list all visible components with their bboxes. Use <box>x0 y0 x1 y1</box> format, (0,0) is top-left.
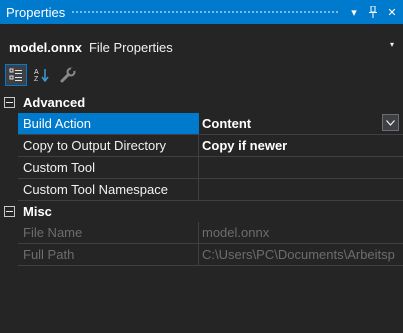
property-value[interactable] <box>199 157 403 178</box>
property-row-file-name[interactable]: File Name model.onnx <box>18 222 403 244</box>
window-position-dropdown-icon[interactable]: ▾ <box>346 2 362 22</box>
collapse-icon[interactable] <box>0 97 18 108</box>
dropdown-button[interactable] <box>382 114 399 131</box>
property-value[interactable] <box>199 179 403 200</box>
property-row-copy-to-output[interactable]: Copy to Output Directory Copy if newer <box>18 135 403 157</box>
property-row-build-action[interactable]: Build Action Content <box>18 113 403 135</box>
property-pages-button[interactable] <box>57 64 79 86</box>
drag-grip[interactable] <box>71 9 340 15</box>
object-name: model.onnx <box>9 39 82 55</box>
property-name: Build Action <box>18 113 199 134</box>
alphabetical-icon: A Z <box>34 69 49 82</box>
categorized-icon <box>9 68 22 81</box>
chevron-down-icon <box>386 119 395 126</box>
wrench-icon <box>60 67 76 83</box>
window-titlebar[interactable]: Properties ▾ ✕ <box>0 0 403 24</box>
pin-icon[interactable] <box>365 2 381 22</box>
property-value[interactable]: C:\Users\PC\Documents\Arbeitsp <box>199 244 403 265</box>
collapse-icon[interactable] <box>0 206 18 217</box>
category-advanced[interactable]: Advanced <box>0 92 403 113</box>
property-row-custom-tool-namespace[interactable]: Custom Tool Namespace <box>18 179 403 201</box>
category-misc[interactable]: Misc <box>0 201 403 222</box>
property-name: Full Path <box>18 244 199 265</box>
property-row-custom-tool[interactable]: Custom Tool <box>18 157 403 179</box>
category-label: Advanced <box>23 95 86 110</box>
properties-toolbar: A Z <box>0 62 79 88</box>
property-name: Copy to Output Directory <box>18 135 199 156</box>
object-selector[interactable]: model.onnx File Properties ▾ <box>0 36 403 58</box>
svg-text:Z: Z <box>34 76 39 82</box>
property-name: File Name <box>18 222 199 243</box>
property-name: Custom Tool <box>18 157 199 178</box>
category-label: Misc <box>23 204 52 219</box>
property-grid: Advanced Build Action Content Copy to Ou… <box>0 92 403 266</box>
chevron-down-icon[interactable]: ▾ <box>390 40 394 49</box>
property-name: Custom Tool Namespace <box>18 179 199 200</box>
object-type: File Properties <box>88 39 173 55</box>
property-value[interactable]: Content <box>199 113 403 134</box>
close-icon[interactable]: ✕ <box>384 2 400 22</box>
alphabetical-button[interactable]: A Z <box>31 64 53 86</box>
property-value[interactable]: model.onnx <box>199 222 403 243</box>
properties-window: Properties ▾ ✕ model.onnx File Propertie… <box>0 0 403 333</box>
property-row-full-path[interactable]: Full Path C:\Users\PC\Documents\Arbeitsp <box>18 244 403 266</box>
categorized-button[interactable] <box>5 64 27 86</box>
window-title: Properties <box>6 4 66 20</box>
svg-text:A: A <box>34 69 39 76</box>
property-value[interactable]: Copy if newer <box>199 135 403 156</box>
build-action-value: Content <box>202 116 252 131</box>
